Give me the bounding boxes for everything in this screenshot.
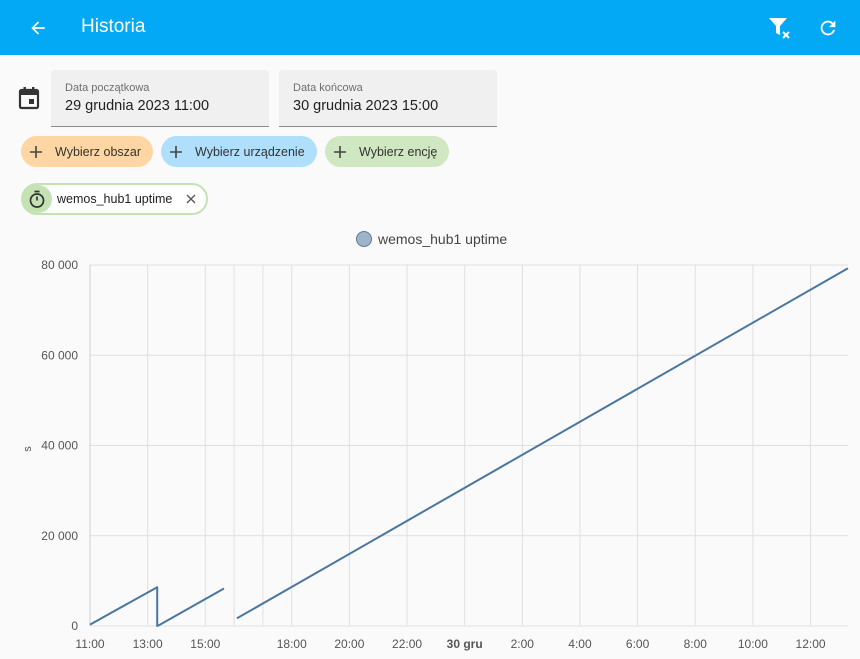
series-line-segment: [89, 586, 225, 627]
plus-icon: [27, 143, 45, 161]
back-button[interactable]: [24, 14, 52, 42]
x-tick-label: 11:00: [75, 637, 104, 651]
selected-entity-chip[interactable]: wemos_hub1 uptime: [21, 183, 209, 215]
x-tick-label: 13:00: [133, 637, 163, 651]
y-axis-unit: s: [22, 446, 34, 452]
remove-entity-button[interactable]: [184, 191, 198, 207]
series-line-segment: [236, 267, 849, 620]
y-tick-label: 20 000: [41, 529, 78, 543]
x-tick-label: 22:00: [392, 637, 422, 651]
chart-legend-item[interactable]: wemos_hub1 uptime: [356, 231, 507, 247]
close-icon: [186, 194, 196, 204]
x-tick-label: 20:00: [334, 637, 364, 651]
start-date-value: 29 grudnia 2023 11:00: [65, 98, 210, 114]
filter-remove-icon: [769, 18, 790, 39]
x-tick-label: 8:00: [684, 637, 708, 651]
legend-swatch: [356, 231, 372, 247]
choose-device-chip[interactable]: Wybierz urządzenie: [161, 136, 317, 167]
y-tick-label: 0: [71, 619, 78, 633]
end-date-field[interactable]: Data końcowa 30 grudnia 2023 15:00: [279, 70, 497, 127]
x-tick-label: 10:00: [738, 637, 768, 651]
x-tick-label: 18:00: [277, 637, 307, 651]
legend-label: wemos_hub1 uptime: [378, 231, 508, 247]
x-tick-label: 4:00: [568, 637, 592, 651]
selected-entity-label: wemos_hub1 uptime: [57, 192, 173, 206]
start-date-label: Data początkowa: [65, 82, 150, 94]
choose-area-label: Wybierz obszar: [55, 144, 142, 159]
plus-icon: [331, 143, 349, 161]
y-tick-label: 80 000: [41, 258, 78, 272]
timer-icon: [22, 185, 52, 213]
refresh-button[interactable]: [814, 14, 842, 42]
choose-area-chip[interactable]: Wybierz obszar: [21, 136, 154, 167]
y-tick-label: 60 000: [41, 348, 78, 362]
choose-device-label: Wybierz urządzenie: [195, 144, 305, 159]
arrow-left-icon: [31, 21, 45, 35]
choose-entity-label: Wybierz encję: [359, 144, 438, 159]
end-date-label: Data końcowa: [293, 82, 363, 94]
x-tick-label: 15:00: [190, 637, 220, 651]
history-chart: 0 20 000 40 000 60 000 80 000 11:00 13:00 15:0…: [22, 258, 849, 651]
x-tick-label: 12:00: [796, 637, 826, 651]
x-tick-label: 6:00: [626, 637, 650, 651]
plus-icon: [167, 143, 185, 161]
start-date-field[interactable]: Data początkowa 29 grudnia 2023 11:00: [51, 70, 269, 127]
app-toolbar: Historia: [0, 0, 860, 55]
choose-entity-chip[interactable]: Wybierz encję: [325, 136, 450, 167]
end-date-value: 30 grudnia 2023 15:00: [293, 98, 439, 114]
refresh-icon: [820, 20, 836, 36]
page-title: Historia: [81, 16, 146, 37]
y-tick-label: 40 000: [41, 439, 78, 453]
x-tick-label: 30 gru: [447, 637, 483, 651]
calendar-icon[interactable]: [18, 86, 40, 110]
x-tick-label: 2:00: [511, 637, 535, 651]
clear-filter-button[interactable]: [766, 14, 794, 42]
